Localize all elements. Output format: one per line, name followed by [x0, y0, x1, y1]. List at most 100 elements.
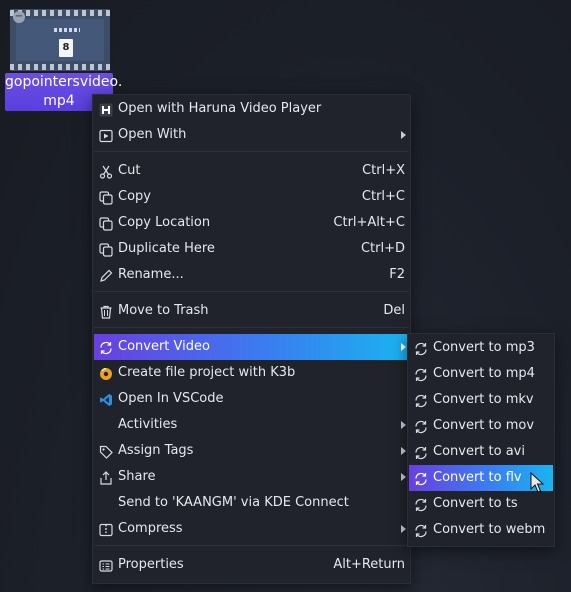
menu-item-convert-video[interactable]: Convert Video	[94, 334, 409, 360]
properties-icon	[98, 558, 113, 573]
menu-item-shortcut: Ctrl+X	[362, 163, 405, 178]
menu-item-label: Convert Video	[118, 339, 210, 354]
copy-icon	[98, 190, 113, 205]
submenu-item-label: Convert to mp3	[433, 340, 535, 355]
pencil-icon	[98, 268, 113, 283]
menu-item-label: Open In VSCode	[118, 391, 224, 406]
menu-item-label: Open with Haruna Video Player	[118, 101, 322, 116]
tag-icon	[98, 444, 113, 459]
vscode-icon	[98, 392, 113, 407]
menu-item-label: Copy Location	[118, 215, 211, 230]
film-strip-top	[10, 10, 110, 16]
menu-item-copy-location[interactable]: Copy Location Ctrl+Alt+C	[94, 210, 409, 236]
menu-item-cut[interactable]: Cut Ctrl+X	[94, 158, 409, 184]
thumbnail-page: 8	[59, 39, 73, 57]
thumbnail-header-bar	[54, 28, 80, 32]
menu-item-label: Cut	[118, 163, 141, 178]
film-strip-bottom	[10, 64, 110, 70]
menu-item-shortcut: F2	[389, 267, 405, 282]
menu-item-move-to-trash[interactable]: Move to Trash Del	[94, 298, 409, 324]
duplicate-icon	[98, 242, 113, 257]
mouse-cursor-icon	[530, 472, 544, 494]
menu-separator	[94, 545, 409, 546]
menu-item-label: Properties	[118, 557, 184, 572]
convert-icon	[413, 445, 428, 460]
menu-item-label: Activities	[118, 417, 178, 432]
menu-item-shortcut: Del	[383, 303, 405, 318]
menu-item-activities[interactable]: Activities	[94, 412, 409, 438]
submenu-item-convert-mkv[interactable]: Convert to mkv	[409, 387, 553, 413]
menu-item-open-with[interactable]: Open With	[94, 122, 409, 148]
menu-item-properties[interactable]: Properties Alt+Return	[94, 552, 409, 578]
menu-item-copy[interactable]: Copy Ctrl+C	[94, 184, 409, 210]
convert-icon	[413, 523, 428, 538]
convert-icon	[413, 471, 428, 486]
open-with-icon	[98, 128, 113, 143]
archive-icon	[98, 522, 113, 537]
convert-video-submenu: Convert to mp3 Convert to mp4 Convert to…	[407, 333, 555, 547]
activities-icon	[98, 418, 113, 433]
menu-item-label: Open With	[118, 127, 187, 142]
haruna-icon	[98, 102, 113, 117]
submenu-arrow-icon	[401, 447, 406, 455]
menu-item-label: Compress	[118, 521, 183, 536]
share-icon	[98, 470, 113, 485]
menu-item-open-haruna[interactable]: Open with Haruna Video Player	[94, 96, 409, 122]
submenu-item-convert-mp3[interactable]: Convert to mp3	[409, 335, 553, 361]
convert-icon	[413, 341, 428, 356]
copy-location-icon	[98, 216, 113, 231]
menu-item-label: Assign Tags	[118, 443, 194, 458]
submenu-item-label: Convert to ts	[433, 496, 518, 511]
menu-item-open-in-vscode[interactable]: Open In VSCode	[94, 386, 409, 412]
menu-item-k3b[interactable]: Create file project with K3b	[94, 360, 409, 386]
context-menu: Open with Haruna Video Player Open With …	[92, 94, 411, 584]
trash-icon	[98, 304, 113, 319]
convert-icon	[413, 393, 428, 408]
submenu-item-convert-webm[interactable]: Convert to webm	[409, 517, 553, 543]
convert-icon	[98, 340, 113, 355]
menu-separator	[94, 291, 409, 292]
menu-item-compress[interactable]: Compress	[94, 516, 409, 542]
menu-item-shortcut: Ctrl+C	[361, 189, 405, 204]
submenu-item-label: Convert to avi	[433, 444, 525, 459]
submenu-arrow-icon	[401, 343, 406, 351]
scissors-icon	[98, 164, 113, 179]
menu-item-label: Share	[118, 469, 156, 484]
submenu-item-convert-ts[interactable]: Convert to ts	[409, 491, 553, 517]
menu-item-share[interactable]: Share	[94, 464, 409, 490]
menu-separator	[94, 151, 409, 152]
menu-separator	[94, 327, 409, 328]
menu-item-label: Duplicate Here	[118, 241, 215, 256]
menu-item-label: Create file project with K3b	[118, 365, 296, 380]
k3b-icon	[98, 366, 113, 381]
menu-item-shortcut: Ctrl+Alt+C	[333, 215, 405, 230]
submenu-arrow-icon	[401, 131, 406, 139]
submenu-item-label: Convert to mkv	[433, 392, 534, 407]
convert-icon	[413, 419, 428, 434]
menu-item-shortcut: Ctrl+D	[360, 241, 405, 256]
convert-icon	[413, 367, 428, 382]
menu-item-kde-connect[interactable]: Send to 'KAANGM' via KDE Connect	[94, 490, 409, 516]
video-thumbnail[interactable]: 8 −	[10, 9, 110, 71]
menu-item-label: Copy	[118, 189, 151, 204]
file-name-line1: gopointersvideo.	[5, 74, 123, 90]
menu-item-label: Rename...	[118, 267, 184, 282]
menu-item-shortcut: Alt+Return	[333, 557, 405, 572]
menu-item-assign-tags[interactable]: Assign Tags	[94, 438, 409, 464]
submenu-item-label: Convert to webm	[433, 522, 546, 537]
submenu-arrow-icon	[401, 421, 406, 429]
menu-item-label: Move to Trash	[118, 303, 209, 318]
submenu-item-convert-avi[interactable]: Convert to avi	[409, 439, 553, 465]
selection-toggle-icon[interactable]: −	[13, 11, 25, 23]
menu-item-label: Send to 'KAANGM' via KDE Connect	[118, 495, 349, 510]
menu-item-duplicate-here[interactable]: Duplicate Here Ctrl+D	[94, 236, 409, 262]
submenu-item-convert-mp4[interactable]: Convert to mp4	[409, 361, 553, 387]
submenu-arrow-icon	[401, 473, 406, 481]
convert-icon	[413, 497, 428, 512]
submenu-item-convert-mov[interactable]: Convert to mov	[409, 413, 553, 439]
submenu-item-label: Convert to mov	[433, 418, 535, 433]
menu-item-rename[interactable]: Rename... F2	[94, 262, 409, 288]
submenu-item-label: Convert to mp4	[433, 366, 535, 381]
submenu-arrow-icon	[401, 525, 406, 533]
submenu-item-label: Convert to flv	[433, 470, 522, 485]
